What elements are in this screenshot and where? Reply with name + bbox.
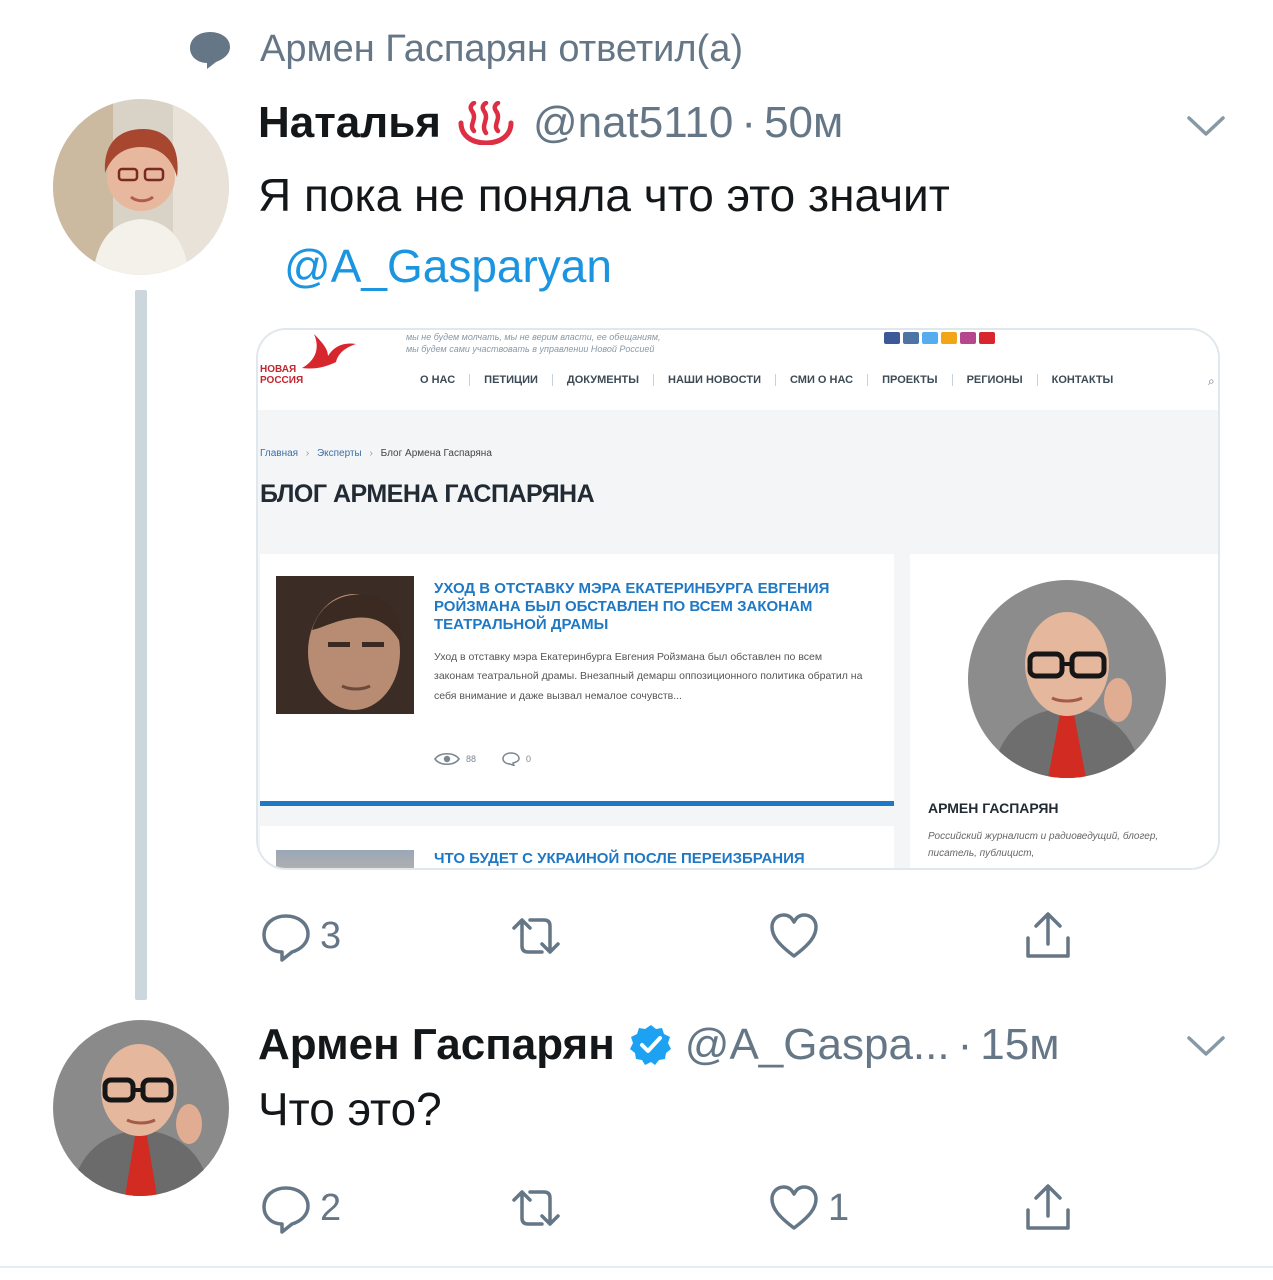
social-icons [884, 332, 995, 344]
chevron-down-icon[interactable] [1186, 1034, 1226, 1058]
mention-link[interactable]: @A_Gasparyan [284, 240, 612, 292]
author-bio: Российский журналист и радиоведущий, бло… [928, 831, 1159, 859]
tweet-armen[interactable]: Армен Гаспарян @A_Gaspa... · 15м Что это… [0, 1000, 1273, 1266]
tweet-header: Наталья @nat5110 · 50м [258, 98, 843, 148]
author-photo [968, 580, 1166, 778]
reply-button[interactable]: 3 [258, 908, 341, 964]
share-icon [1026, 912, 1070, 958]
avatar-natalia-image [53, 99, 229, 275]
view-count: 88 [466, 754, 477, 764]
nav-item: КОНТАКТЫ [1051, 374, 1114, 386]
hot-springs-emoji-icon [457, 101, 515, 145]
timestamp[interactable]: 50м [764, 98, 843, 148]
site-logo-bird-icon [302, 334, 356, 369]
avatar-armen-image [53, 1020, 229, 1196]
share-icon [1026, 1184, 1070, 1230]
display-name[interactable]: Наталья [258, 98, 441, 148]
article-photo [276, 576, 414, 714]
comment-icon [502, 752, 520, 766]
site-slogan: мы не будем молчать, мы не верим власти,… [406, 332, 661, 354]
author-name: АРМЕН ГАСПАРЯН [928, 800, 1059, 816]
nav-item: ПЕТИЦИИ [470, 374, 553, 386]
divider [0, 1266, 1273, 1268]
tweet-text: Что это? [258, 1083, 442, 1135]
like-button[interactable]: 1 [766, 1180, 849, 1236]
share-button[interactable] [1020, 1180, 1076, 1236]
reply-icon [262, 1186, 310, 1234]
tweet-natalia[interactable]: Наталья @nat5110 · 50м Я пока не поняла … [0, 0, 1273, 1000]
site-search-icon: ⌕ [1208, 374, 1215, 388]
tweet-actions: 2 1 [258, 1180, 1088, 1240]
nav-item: НАШИ НОВОСТИ [654, 374, 776, 386]
site-logo-text: НОВАЯ РОССИЯ [260, 364, 304, 386]
like-count: 1 [828, 1186, 850, 1229]
user-handle[interactable]: @nat5110 [533, 98, 733, 148]
nav-item: РЕГИОНЫ [953, 374, 1038, 386]
odnoklassniki-icon [941, 332, 957, 344]
site-article-card: УХОД В ОТСТАВКУ МЭРА ЕКАТЕРИНБУРГА ЕВГЕН… [260, 554, 894, 806]
separator-dot: · [741, 98, 757, 147]
nav-item: СМИ О НАС [776, 374, 869, 386]
youtube-icon [979, 332, 995, 344]
eye-icon [434, 752, 460, 766]
site-nav: О НАС ПЕТИЦИИ ДОКУМЕНТЫ НАШИ НОВОСТИ СМИ… [406, 374, 1127, 386]
retweet-button[interactable] [508, 1180, 570, 1236]
article-photo-2 [276, 850, 414, 868]
site-article-card-2: ЧТО БУДЕТ С УКРАИНОЙ ПОСЛЕ ПЕРЕИЗБРАНИЯ [260, 826, 894, 868]
avatar[interactable] [53, 1020, 229, 1196]
article-title-2: ЧТО БУДЕТ С УКРАИНОЙ ПОСЛЕ ПЕРЕИЗБРАНИЯ [434, 850, 805, 867]
twitter-icon [922, 332, 938, 344]
facebook-icon [884, 332, 900, 344]
tweet-body: Я пока не поняла что это значит [258, 169, 950, 221]
heart-icon [770, 1185, 818, 1230]
site-header: мы не будем молчать, мы не верим власти,… [258, 330, 1218, 410]
retweet-button[interactable] [508, 908, 570, 964]
reply-icon [262, 914, 310, 962]
tweet-header: Армен Гаспарян @A_Gaspa... · 15м [258, 1020, 1059, 1070]
tweet-text: Я пока не поняла что это значит @A_Gaspa… [258, 160, 950, 303]
like-button[interactable] [766, 908, 828, 964]
timestamp[interactable]: 15м [980, 1020, 1059, 1070]
separator-dot: · [957, 1020, 973, 1069]
site-breadcrumb: Главная › Эксперты › Блог Армена Гаспаря… [260, 448, 492, 459]
heart-icon [770, 913, 818, 958]
chevron-down-icon[interactable] [1186, 114, 1226, 138]
instagram-icon [960, 332, 976, 344]
site-author-card: АРМЕН ГАСПАРЯН Российский журналист и ра… [910, 554, 1218, 868]
tweet-actions: 3 [258, 908, 1088, 968]
vk-icon [903, 332, 919, 344]
article-meta: 88 0 [434, 752, 531, 766]
reply-button[interactable]: 2 [258, 1180, 341, 1236]
retweet-icon [512, 1190, 560, 1226]
display-name[interactable]: Армен Гаспарян [258, 1020, 615, 1070]
attached-image[interactable]: мы не будем молчать, мы не верим власти,… [256, 328, 1220, 870]
avatar[interactable] [53, 99, 229, 275]
site-heading: БЛОГ АРМЕНА ГАСПАРЯНА [260, 480, 595, 508]
article-excerpt: Уход в отставку мэра Екатеринбурга Евген… [434, 651, 863, 702]
reply-count: 2 [320, 1186, 342, 1229]
nav-item: ПРОЕКТЫ [868, 374, 953, 386]
retweet-icon [512, 918, 560, 954]
reply-count: 3 [320, 914, 342, 957]
comment-count: 0 [526, 754, 532, 764]
share-button[interactable] [1020, 908, 1076, 964]
nav-item: О НАС [406, 374, 471, 386]
verified-badge-icon [629, 1023, 673, 1067]
article-title: УХОД В ОТСТАВКУ МЭРА ЕКАТЕРИНБУРГА ЕВГЕН… [434, 580, 830, 633]
nav-item: ДОКУМЕНТЫ [553, 374, 655, 386]
user-handle[interactable]: @A_Gaspa... [685, 1020, 950, 1070]
